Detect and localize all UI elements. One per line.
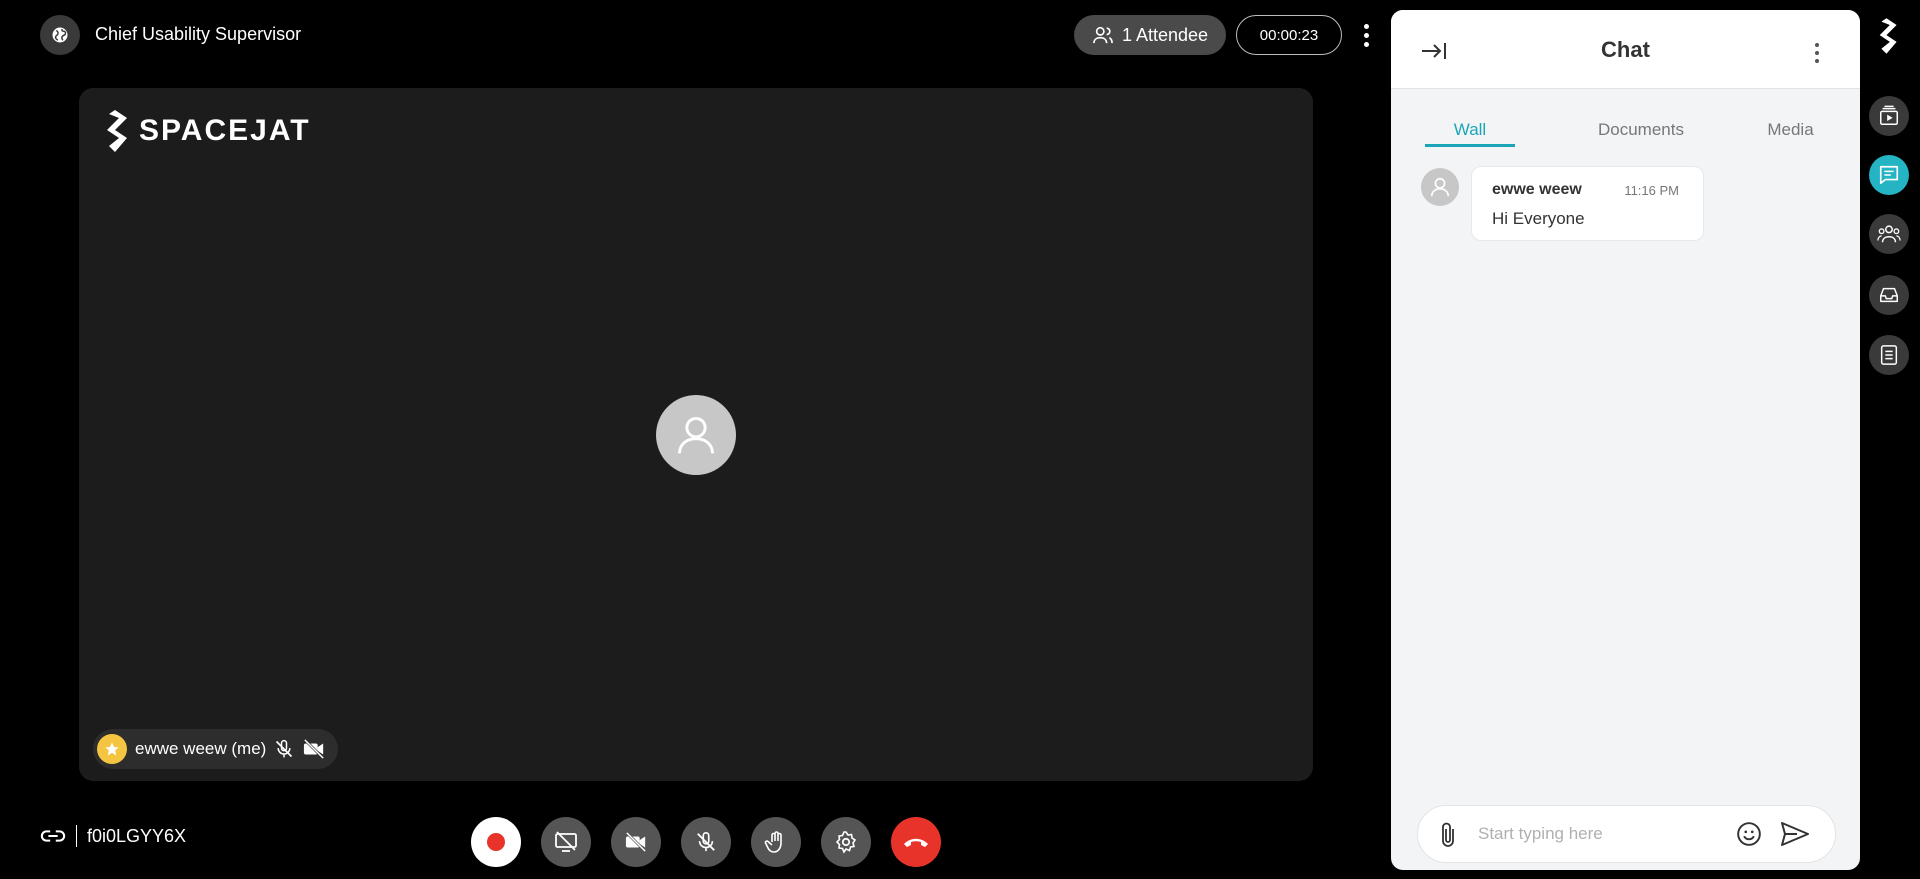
call-controls [471, 817, 941, 867]
emoji-button[interactable] [1736, 821, 1762, 852]
meeting-title: Chief Usability Supervisor [95, 24, 302, 44]
inbox-icon [1880, 287, 1898, 303]
record-button[interactable] [471, 817, 521, 867]
tab-wall[interactable]: Wall [1425, 120, 1515, 140]
more-vertical-icon [1815, 43, 1819, 47]
send-button[interactable] [1780, 821, 1810, 852]
chat-panel: Chat Wall Documents Media ewwe weew 11:1… [1391, 10, 1860, 870]
participant-avatar [656, 395, 736, 475]
rail-brand-logo [1878, 18, 1900, 59]
settings-icon [835, 831, 857, 854]
message-author: ewwe weew [1492, 181, 1582, 198]
more-vertical-icon [1363, 23, 1369, 29]
globe-button[interactable] [40, 15, 80, 55]
mic-toggle-button[interactable] [681, 817, 731, 867]
end-call-icon [904, 838, 928, 847]
star-icon [105, 742, 119, 756]
rail-participants-button[interactable] [1869, 214, 1909, 254]
raise-hand-icon [764, 831, 782, 853]
brand-logo-icon [1879, 18, 1897, 54]
chat-tabs: Wall Documents Media [1391, 90, 1860, 148]
video-off-icon [625, 831, 647, 853]
mic-off-icon [697, 832, 715, 852]
meeting-app: Chief Usability Supervisor 1 Attendee 00… [0, 0, 1920, 879]
video-off-icon [304, 738, 325, 760]
chat-header: Chat [1391, 10, 1860, 89]
mic-off-icon [276, 739, 293, 758]
brand-logo-text: SPACEJAT [139, 114, 311, 147]
message-text: Hi Everyone [1492, 209, 1585, 228]
attendee-button[interactable]: 1 Attendee [1074, 15, 1226, 55]
chat-title: Chat [1601, 37, 1650, 62]
host-badge [97, 734, 127, 764]
meeting-code: f0i0LGYY6X [87, 825, 187, 846]
avatar [1421, 168, 1459, 206]
raise-hand-button[interactable] [751, 817, 801, 867]
participant-name-tag: ewwe weew (me) [93, 729, 339, 769]
people-icon [1093, 26, 1113, 44]
smiley-icon [1737, 822, 1761, 846]
active-tab-indicator [1425, 144, 1515, 147]
rail-chat-button[interactable] [1869, 155, 1909, 195]
message-composer [1417, 805, 1836, 863]
end-call-button[interactable] [891, 817, 941, 867]
camera-toggle-button[interactable] [611, 817, 661, 867]
screen-share-button[interactable] [541, 817, 591, 867]
user-icon [678, 417, 714, 454]
meeting-link[interactable]: f0i0LGYY6X [40, 825, 186, 847]
send-icon [1781, 822, 1809, 846]
paperclip-icon [1442, 822, 1454, 847]
link-icon [40, 830, 66, 842]
globe-icon [52, 27, 68, 43]
user-icon [1430, 177, 1450, 197]
settings-button[interactable] [821, 817, 871, 867]
chat-icon [1879, 165, 1899, 185]
attendee-count: 1 Attendee [1121, 24, 1209, 45]
record-icon [487, 833, 505, 851]
more-options-button[interactable] [1356, 18, 1376, 52]
tab-documents[interactable]: Documents [1566, 120, 1716, 140]
message-input[interactable] [1478, 814, 1728, 854]
tab-media[interactable]: Media [1743, 120, 1838, 140]
brand-logo: SPACEJAT [105, 110, 311, 152]
video-stage: SPACEJAT ewwe weew (me) [79, 88, 1313, 781]
chat-more-button[interactable] [1812, 38, 1822, 68]
playlist-icon [1880, 105, 1898, 125]
right-rail [1860, 0, 1920, 879]
screen-share-off-icon [555, 831, 577, 852]
participant-name: ewwe weew (me) [135, 739, 267, 758]
participants-icon [1877, 225, 1901, 243]
chat-message: ewwe weew 11:16 PM Hi Everyone [1471, 166, 1704, 241]
call-timer: 00:00:23 [1236, 15, 1342, 55]
rail-notes-button[interactable] [1869, 335, 1909, 375]
attach-button[interactable] [1438, 821, 1458, 854]
rail-playlist-button[interactable] [1869, 96, 1909, 136]
divider [76, 825, 77, 847]
notes-icon [1880, 345, 1898, 365]
message-time: 11:16 PM [1624, 183, 1679, 198]
rail-inbox-button[interactable] [1869, 275, 1909, 315]
brand-logo-icon [107, 110, 127, 152]
